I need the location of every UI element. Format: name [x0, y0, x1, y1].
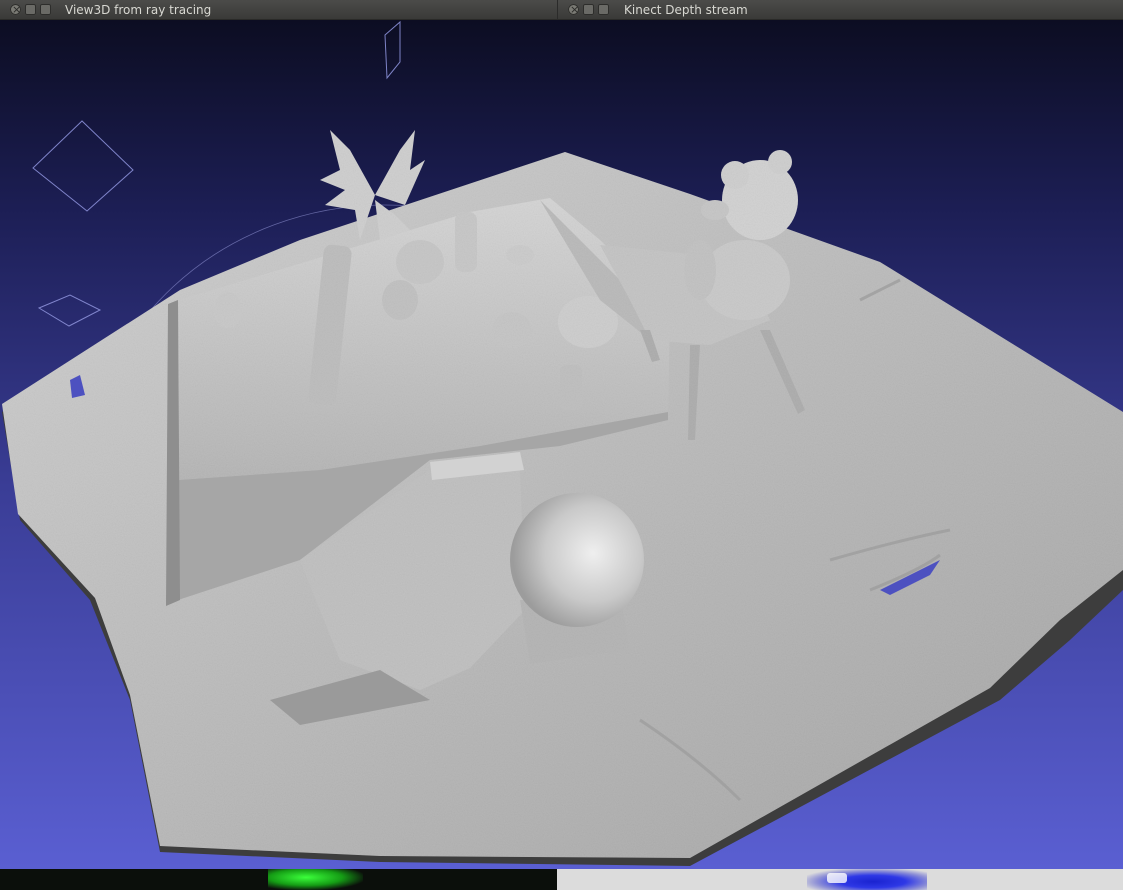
app-root: View3D from ray tracing Kinect Depth str… [0, 0, 1123, 890]
left-window-title: View3D from ray tracing [65, 3, 212, 17]
minimize-icon[interactable] [583, 4, 594, 15]
close-icon[interactable] [10, 0, 21, 19]
right-window-controls [568, 0, 609, 19]
view3d-canvas[interactable] [0, 20, 1123, 869]
right-window-title: Kinect Depth stream [624, 3, 748, 17]
mesh-render [2, 20, 1123, 866]
ball [510, 493, 644, 627]
depth-preview-strip [557, 869, 1123, 890]
left-window-titlebar[interactable]: View3D from ray tracing [0, 0, 557, 20]
minimize-icon[interactable] [25, 4, 36, 15]
desk-left-side [166, 300, 180, 606]
rgb-preview-strip [0, 869, 557, 890]
maximize-icon[interactable] [40, 4, 51, 15]
left-window-controls [10, 0, 51, 19]
close-icon[interactable] [568, 0, 579, 19]
right-window-titlebar[interactable]: Kinect Depth stream [557, 0, 1123, 20]
maximize-icon[interactable] [598, 4, 609, 15]
